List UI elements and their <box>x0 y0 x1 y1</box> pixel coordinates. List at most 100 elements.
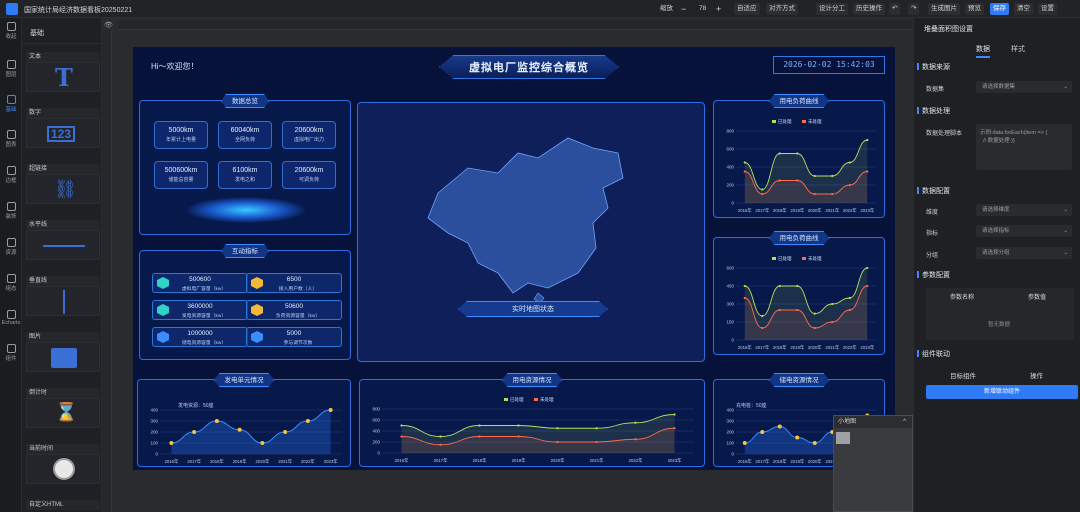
history-button[interactable]: 历史操作 <box>853 3 885 15</box>
vline-icon <box>63 290 65 314</box>
minimap-viewport[interactable] <box>836 432 850 444</box>
zoom-value[interactable]: 78 <box>699 4 706 14</box>
data-point <box>760 430 765 434</box>
redo-icon[interactable]: ↷ <box>908 3 920 15</box>
dim-select[interactable]: 请选择维度 ⌄ <box>976 204 1072 216</box>
panel-title: 数据总览 <box>221 94 269 108</box>
y-tick-label: 400 <box>726 165 734 170</box>
data-point <box>595 427 598 430</box>
nav-charts[interactable]: 图表 <box>0 130 22 148</box>
y-tick-label: 800 <box>372 407 380 412</box>
fit-button[interactable]: 自适应 <box>734 3 760 15</box>
china-map[interactable] <box>418 133 638 303</box>
minimap[interactable]: 小地图 ^ <box>833 415 913 512</box>
nav-resources[interactable]: 资源 <box>0 238 22 256</box>
chart-load-1[interactable]: 02004006008002016年 2017年 2018年 2019年 2020年 20… <box>718 115 882 215</box>
palette-item-clock[interactable]: 当前时间 <box>26 444 100 484</box>
nav-collapse[interactable]: 收起 <box>0 22 22 40</box>
panel-load-curve-1[interactable]: 用电负荷曲线 0 200 400 600 800 2016年 2017年 2018年 2019年… <box>713 94 885 218</box>
x-tick-label: 2017年 <box>187 458 202 465</box>
data-point <box>743 161 746 164</box>
design-button[interactable]: 设计分工 <box>816 3 848 15</box>
metric-select[interactable]: 请选择指标 ⌄ <box>976 225 1072 237</box>
save-button[interactable]: 保存 <box>990 3 1009 15</box>
chevron-up-icon[interactable]: ^ <box>903 416 906 428</box>
nav-config[interactable]: 组态 <box>0 274 22 292</box>
y-tick-label: 200 <box>726 430 734 435</box>
tab-style[interactable]: 样式 <box>1011 44 1025 54</box>
data-point <box>237 427 242 432</box>
data-point <box>517 424 520 427</box>
data-point <box>260 441 265 445</box>
data-point <box>214 419 219 423</box>
nav-basic[interactable]: 基础 <box>0 95 22 113</box>
dashboard-screen[interactable]: Hi～欢迎您！ 虚拟电厂监控综合概览 2026-02-02 15:42:03 数… <box>133 47 895 470</box>
nav-border[interactable]: 边框 <box>0 166 22 184</box>
stat-value: 6100km <box>232 167 258 174</box>
x-tick-label: 2021年 <box>278 458 293 465</box>
chart-generation[interactable]: 0 100 200 300 400 2016年 2017年 2018年 2019年 2020年 20… <box>142 404 348 466</box>
stat-value: 20600km <box>294 127 324 134</box>
stat-label: 储能总容量 <box>168 177 194 183</box>
x-tick-label: 2019年 <box>512 457 527 464</box>
nav-echarts[interactable]: Echarts <box>0 310 22 326</box>
palette-item-link[interactable]: 超链接 ⛓ <box>26 164 100 204</box>
nav-components[interactable]: 组件 <box>0 344 22 362</box>
indicator-value: 6500 <box>286 276 302 283</box>
palette-item-image[interactable]: 图片 <box>26 332 100 372</box>
panel-load-curve-2[interactable]: 用电负荷曲线 0 150 300 450 600 2016年 2017年 2018年 2019年… <box>713 231 885 355</box>
hourglass-icon: ⌛ <box>55 402 78 422</box>
panel-overview[interactable]: 数据总览 5000km 年累计上电量 60040km 全网负荷 20600km 虚拟电… <box>139 94 351 235</box>
x-tick-label: 2023年 <box>860 344 875 351</box>
component-palette: 基础 文本 T 数字 123 超链接 ⛓ 水平线 垂直线 图片 倒计时 ⌛ 当前时间 自… <box>22 18 102 512</box>
palette-item-hline[interactable]: 水平线 <box>26 220 100 260</box>
panel-interaction[interactable]: 互动指标 500600 虚拟电厂容量（kw） 6500 接入用户数（人） 36000… <box>139 244 351 360</box>
nav-layers[interactable]: 图层 <box>0 60 22 78</box>
generate-image-button[interactable]: 生成图片 <box>928 3 960 15</box>
zoom-out-button[interactable]: − <box>681 4 686 14</box>
panel-usage[interactable]: 用电资源情况 0 200 400 600 800 2016年 2017年 2018年 2019年… <box>359 373 705 467</box>
script-editor[interactable]: 示例:data.forEach(item => { // 数据处理 }} <box>976 124 1072 170</box>
align-dropdown[interactable]: 对齐方式 <box>766 3 798 15</box>
legend-swatch <box>772 257 776 260</box>
x-tick-label: 2020年 <box>255 458 270 465</box>
panel-generation[interactable]: 发电单元情况 发电资源：50座 0 100 200 300 400 2016年 2017年 2… <box>137 373 351 467</box>
data-point <box>328 408 333 412</box>
data-point <box>866 138 869 142</box>
map-status-button[interactable]: 实时地图状态 <box>458 301 608 317</box>
nav-decoration[interactable]: 装饰 <box>0 202 22 220</box>
x-tick-label: 2020年 <box>808 344 823 351</box>
chart-load-2[interactable]: 01503004506002016年 2017年 2018年 2019年 2020年 20… <box>718 252 882 352</box>
clear-button[interactable]: 清空 <box>1014 3 1033 15</box>
x-tick-label: 2022年 <box>301 458 316 465</box>
settings-button[interactable]: 设置 <box>1038 3 1057 15</box>
x-tick-label: 2018年 <box>773 207 788 214</box>
eye-icon[interactable]: 👁 <box>104 21 113 29</box>
palette-item-number[interactable]: 数字 123 <box>26 108 100 148</box>
dataset-select[interactable]: 请选择数据集 ⌄ <box>976 81 1072 93</box>
image-icon <box>6 238 16 247</box>
stat-box: 6100km 发电之和 <box>218 161 272 189</box>
palette-item-html[interactable]: 自定义HTML <box>26 500 100 510</box>
undo-icon[interactable]: ↶ <box>889 3 901 15</box>
indicator-value: 1000000 <box>187 330 213 337</box>
palette-item-text[interactable]: 文本 T <box>26 52 100 92</box>
legend-label: 已处理 <box>778 255 792 262</box>
component-icon <box>6 344 16 353</box>
metric-placeholder: 请选择指标 <box>982 228 1010 234</box>
property-panel: 堆叠面积图设置 数据 样式 数据来源 数据集 请选择数据集 ⌄ 数据处理 数据处理… <box>913 18 1080 512</box>
palette-item-countdown[interactable]: 倒计时 ⌛ <box>26 388 100 428</box>
group-select[interactable]: 请选择分组 ⌄ <box>976 247 1072 259</box>
add-link-button[interactable]: 新增联动组件 <box>926 385 1078 399</box>
legend-swatch <box>802 257 806 260</box>
zoom-in-button[interactable]: + <box>716 4 721 14</box>
panel-map[interactable]: 实时地图状态 <box>357 102 705 362</box>
palette-item-vline[interactable]: 垂直线 <box>26 276 100 316</box>
x-tick-label: 2018年 <box>773 344 788 351</box>
preview-button[interactable]: 预览 <box>965 3 984 15</box>
chart-usage[interactable]: 0 200 400 600 800 2016年 2017年 2018年 2019年 2020年 20… <box>364 393 700 465</box>
window-title: 国家统计局经济数据看板20250221 <box>24 7 133 14</box>
tab-data[interactable]: 数据 <box>976 44 990 58</box>
ruler-top <box>118 20 913 30</box>
data-point <box>848 308 851 312</box>
